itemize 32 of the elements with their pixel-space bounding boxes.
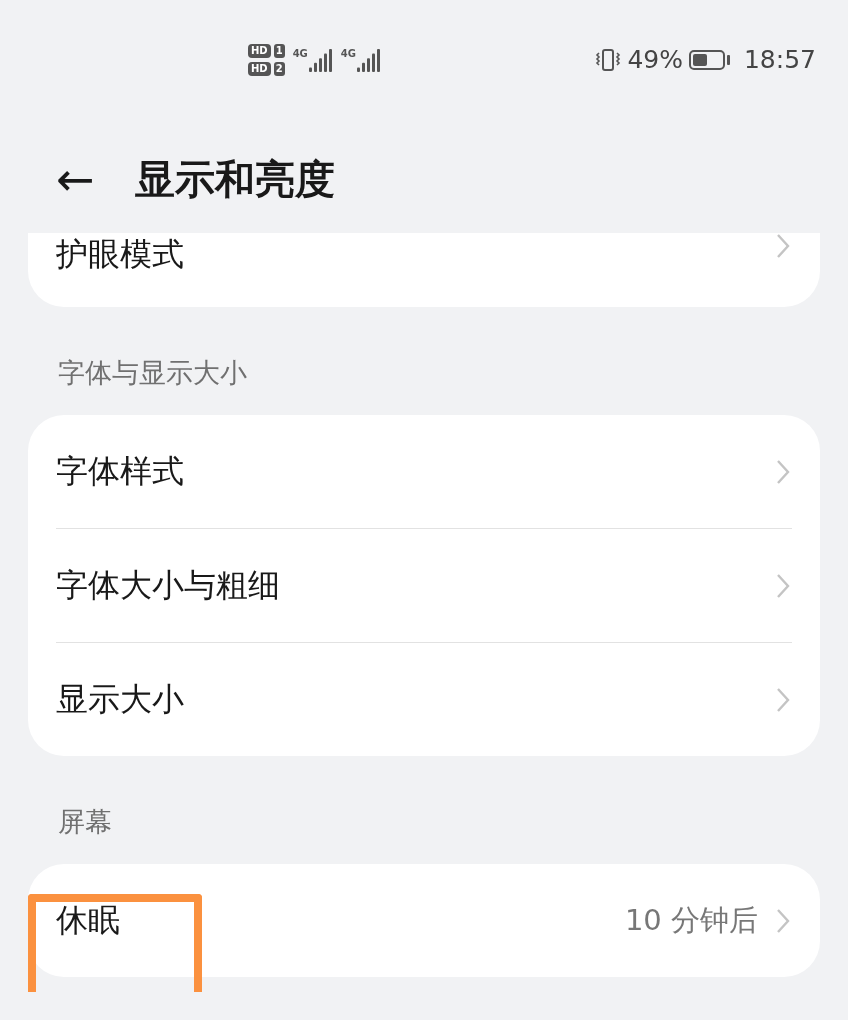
section-label: 屏幕 [57,805,113,839]
section-label: 字体与显示大小 [57,356,248,390]
chevron-icon [776,907,790,934]
vibrate-icon [595,47,622,72]
item-value: 10 分钟后 [624,901,758,939]
network-type: 4G [292,47,308,60]
chevron-icon [776,233,790,259]
hd-badge: HD [248,43,271,58]
back-button[interactable]: ← [56,156,95,202]
chevron-icon [776,572,790,599]
battery-percent: 49% [627,45,683,74]
chevron-icon [776,458,790,485]
item-label: 显示大小 [56,678,185,720]
signal-icon [357,47,381,72]
item-label: 字体大小与粗细 [56,564,281,606]
signal-icon [308,47,333,72]
item-label: 休眠 [56,899,121,941]
sim-slot: 2 [273,61,285,76]
settings-item[interactable]: 显示大小 [56,642,792,756]
settings-item[interactable]: 休眠 10 分钟后 [56,864,792,977]
settings-item[interactable]: 字体样式 [56,415,792,528]
page-title: 显示和亮度 [134,154,335,204]
settings-item[interactable]: 护眼模式 [56,233,792,307]
chevron-icon [776,686,790,713]
hd-badge: HD [248,61,271,76]
clock: 18:57 [743,45,816,74]
settings-item[interactable]: 字体大小与粗细 [56,528,792,642]
network-type: 4G [340,47,356,60]
battery-icon [688,49,730,70]
item-label: 护眼模式 [56,234,185,275]
item-label: 字体样式 [56,450,185,492]
sim-slot: 1 [273,43,285,58]
